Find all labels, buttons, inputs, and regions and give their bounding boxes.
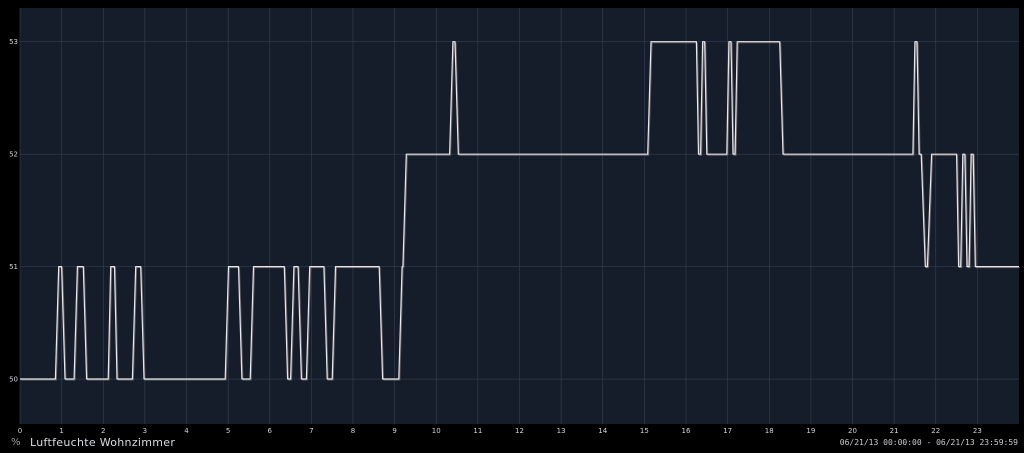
x-tick-label: 23 [973,427,982,435]
x-tick-label: 10 [432,427,441,435]
y-tick-label: 53 [9,38,18,46]
x-tick-label: 16 [682,427,691,435]
chart-footer: % Luftfeuchte Wohnzimmer 06/21/13 00:00:… [0,436,1024,453]
y-tick-label: 50 [9,376,18,384]
x-tick-label: 19 [806,427,815,435]
x-tick-label: 17 [723,427,732,435]
time-range-label: 06/21/13 00:00:00 - 06/21/13 23:59:59 [839,438,1018,447]
x-tick-label: 3 [143,427,147,435]
x-tick-label: 0 [18,427,22,435]
x-tick-label: 21 [890,427,899,435]
x-tick-label: 5 [226,427,230,435]
x-tick-label: 8 [351,427,355,435]
x-tick-label: 4 [184,427,189,435]
x-tick-label: 22 [931,427,940,435]
line-chart: 0 1 2 3 4 5 6 7 8 9 10 11 12 13 14 15 16 17 18 19 20 21 22 2350… [9,8,1020,435]
x-tick-label: 11 [473,427,482,435]
x-tick-label: 7 [309,427,313,435]
x-tick-label: 20 [848,427,857,435]
x-tick-label: 1 [59,427,63,435]
series-name-label: Luftfeuchte Wohnzimmer [30,436,176,449]
x-tick-label: 18 [765,427,774,435]
x-tick-label: 9 [392,427,396,435]
x-tick-label: 15 [640,427,649,435]
x-tick-label: 13 [557,427,566,435]
x-tick-label: 6 [268,427,273,435]
y-tick-label: 52 [9,151,18,159]
x-tick-label: 14 [598,427,607,435]
x-tick-label: 2 [101,427,105,435]
unit-label: % [11,437,21,448]
y-tick-label: 51 [9,263,18,271]
x-tick-label: 12 [515,427,524,435]
